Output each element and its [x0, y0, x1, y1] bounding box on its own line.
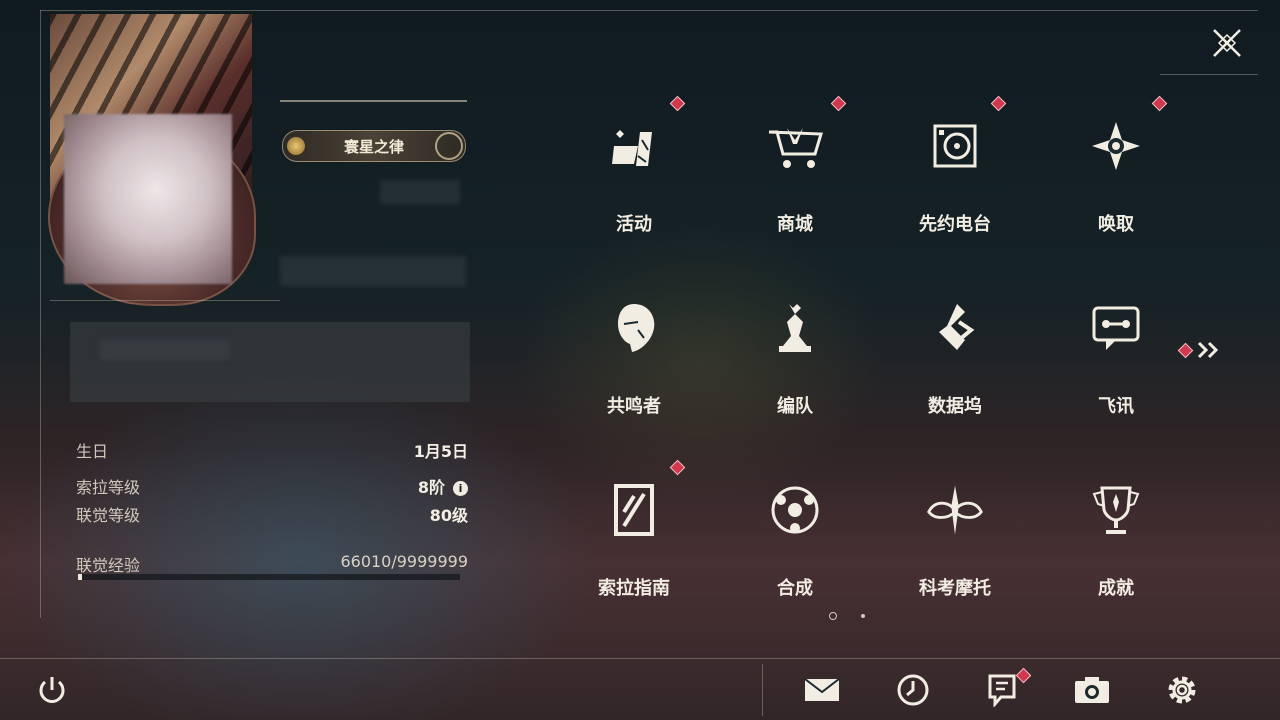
union-exp-value: 66010/9999999: [340, 552, 468, 571]
team-chess-icon: [765, 298, 825, 358]
activity-icon: [604, 116, 664, 176]
notice-icon: [988, 674, 1016, 707]
menu-item-achievement[interactable]: 成就: [1046, 464, 1186, 614]
mail-button[interactable]: [802, 670, 842, 710]
synthesis-icon: [765, 480, 825, 540]
menu-label: 数据坞: [928, 396, 982, 417]
bottom-separator: [762, 664, 763, 716]
resonator-icon: [604, 298, 664, 358]
exp-progress-bar: [78, 574, 460, 580]
bottom-bar-divider: [0, 658, 1280, 659]
menu-item-resonator[interactable]: 共鸣者: [564, 282, 704, 432]
menu-label: 合成: [777, 578, 813, 599]
history-button[interactable]: [893, 670, 933, 710]
bike-icon: [925, 480, 985, 540]
sola-level-label: 索拉等级: [76, 478, 141, 497]
info-icon[interactable]: i: [453, 481, 468, 496]
menu-item-activity[interactable]: 活动: [564, 95, 704, 250]
guide-book-icon: [604, 480, 664, 540]
menu-label: 活动: [616, 214, 652, 235]
shop-cart-icon: [765, 116, 825, 176]
birthday-value: 1月5日: [413, 442, 468, 461]
data-bank-icon: [925, 298, 985, 358]
menu-label: 科考摩托: [919, 578, 991, 599]
menu-label: 共鸣者: [607, 396, 661, 417]
radio-icon: [925, 116, 985, 176]
menu-label: 唤取: [1098, 214, 1134, 235]
frame-left-line: [40, 10, 41, 618]
menu-label: 先约电台: [919, 214, 991, 235]
menu-item-shop[interactable]: 商城: [725, 95, 865, 250]
birthday-row: 生日 1月5日: [76, 438, 468, 462]
union-level-value: 80级: [429, 506, 468, 525]
name-divider: [280, 100, 467, 102]
menu-item-databank[interactable]: 数据坞: [885, 282, 1025, 432]
clock-icon: [897, 674, 929, 706]
menu-label: 商城: [777, 214, 813, 235]
chat-icon: [1086, 298, 1146, 358]
camera-icon: [1075, 677, 1109, 703]
menu-label: 成就: [1098, 578, 1134, 599]
menu-label: 飞讯: [1098, 396, 1134, 417]
blurred-id: [280, 256, 466, 286]
sola-level-value: 8阶: [417, 478, 445, 497]
menu-item-radio[interactable]: 先约电台: [885, 95, 1025, 250]
badge-sun-icon: [287, 137, 305, 155]
menu-item-guide[interactable]: 索拉指南: [564, 459, 704, 614]
camera-button[interactable]: [1072, 670, 1112, 710]
birthday-label: 生日: [76, 442, 109, 461]
next-page-button[interactable]: [1177, 338, 1224, 362]
page-indicator[interactable]: [861, 614, 865, 618]
sola-level-row: 索拉等级 8阶 i: [76, 474, 468, 498]
blurred-name: [380, 180, 460, 204]
signature-box[interactable]: [70, 322, 470, 402]
avatar[interactable]: [64, 114, 232, 284]
settings-button[interactable]: [1162, 670, 1202, 710]
union-level-label: 联觉等级: [76, 506, 141, 525]
menu-label: 索拉指南: [598, 578, 670, 599]
profile-divider: [50, 300, 280, 301]
exp-progress-fill: [78, 574, 82, 580]
frame-corner-line: [1160, 74, 1258, 75]
notice-button[interactable]: [982, 667, 1032, 710]
union-level-row: 联觉等级 80级: [76, 502, 468, 526]
convene-compass-icon: [1086, 116, 1146, 176]
union-exp-row: 联觉经验 66010/9999999: [76, 552, 468, 576]
menu-item-chat[interactable]: 飞讯: [1046, 282, 1186, 432]
menu-item-synthesis[interactable]: 合成: [725, 464, 865, 614]
mail-icon: [804, 678, 840, 701]
notification-dot: [1177, 342, 1194, 358]
menu-item-bike[interactable]: 科考摩托: [885, 464, 1025, 614]
close-icon: [1213, 29, 1241, 57]
frame-top-line: [40, 10, 1258, 11]
blurred-signature: [100, 340, 230, 360]
badge-ring-icon: [435, 132, 463, 160]
menu-item-team[interactable]: 编队: [725, 282, 865, 432]
title-badge[interactable]: 寰星之律: [282, 130, 466, 162]
close-button[interactable]: [1206, 22, 1248, 64]
menu-item-convene[interactable]: 唤取: [1046, 95, 1186, 250]
menu-label: 编队: [777, 396, 813, 417]
page-indicator-active[interactable]: [829, 612, 837, 620]
trophy-icon: [1086, 480, 1146, 540]
title-badge-text: 寰星之律: [343, 137, 404, 156]
power-icon: [39, 677, 65, 703]
union-exp-label: 联觉经验: [76, 556, 141, 575]
double-chevron-right-icon: [1197, 341, 1219, 359]
power-button[interactable]: [32, 670, 72, 710]
gear-icon: [1168, 676, 1196, 704]
